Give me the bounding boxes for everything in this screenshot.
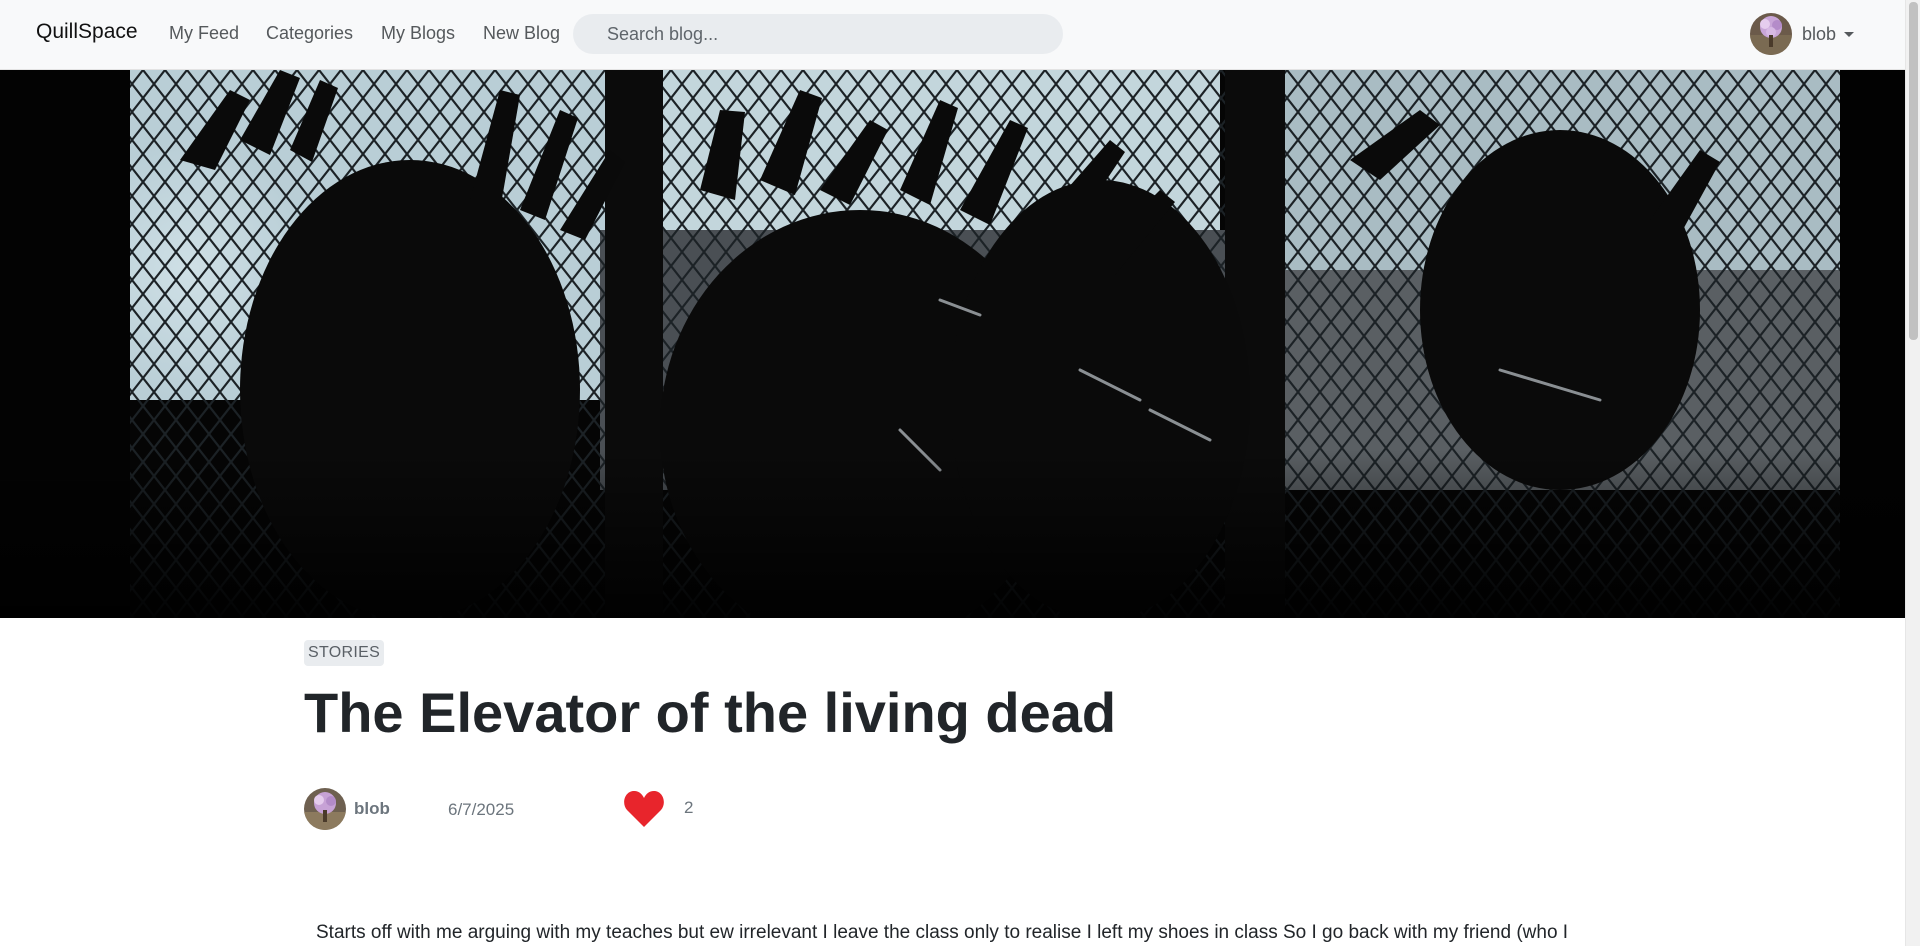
nav-my-feed[interactable]: My Feed [169,23,239,44]
post-cover-image [0,70,1905,618]
like-button[interactable] [622,788,666,830]
post-date: 6/7/2025 [448,800,515,819]
user-avatar [1750,13,1792,55]
post-body: Starts off with me arguing with my teach… [316,922,1569,943]
author-name[interactable]: blob [354,799,390,819]
like-count: 2 [684,798,694,817]
category-badge[interactable]: STORIES [304,640,385,666]
top-navbar: QuillSpace My Feed Categories My Blogs N… [0,0,1905,70]
author-avatar[interactable] [304,788,346,830]
scrollbar-thumb[interactable] [1909,2,1918,340]
nav-categories[interactable]: Categories [266,23,353,44]
nav-my-blogs[interactable]: My Blogs [381,23,455,44]
user-menu-toggle[interactable]: blob [1750,13,1855,55]
nav-new-blog[interactable]: New Blog [483,23,560,44]
caret-down-icon [1844,31,1855,37]
post-title: The Elevator of the living dead [304,681,1117,744]
user-name: blob [1802,23,1837,44]
search-input[interactable] [573,14,1063,54]
brand-logo[interactable]: QuillSpace [36,20,138,44]
post-meta: blob 6/7/2025 2 [304,788,904,830]
heart-icon [624,791,664,827]
page-scrollbar[interactable] [1905,0,1920,946]
